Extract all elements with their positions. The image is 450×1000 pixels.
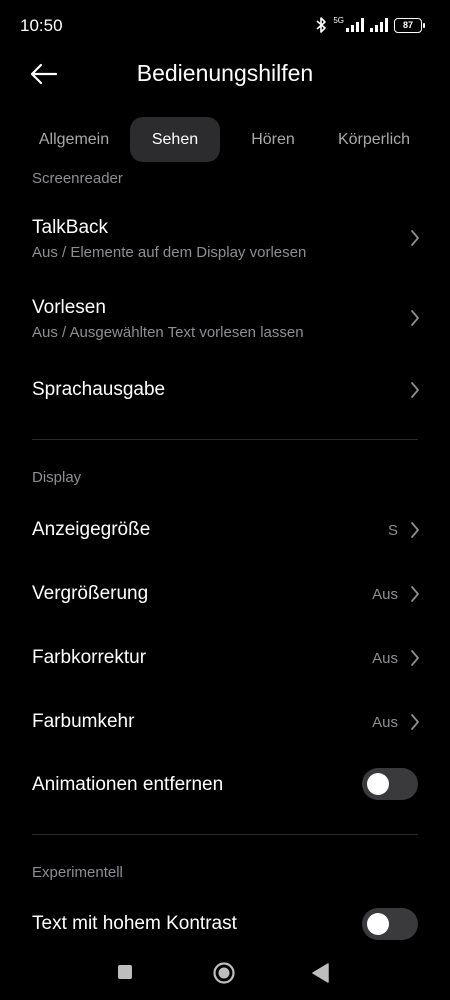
animationen-entfernen-item: Animationen entfernen <box>0 760 450 810</box>
bluetooth-icon <box>316 17 327 33</box>
sprachausgabe-title: Sprachausgabe <box>32 379 166 400</box>
chevron-right-icon <box>411 650 419 666</box>
section-label-screenreader: Screenreader <box>32 170 123 187</box>
signal-icon <box>346 18 364 32</box>
text-hoher-kontrast-toggle[interactable] <box>362 908 418 940</box>
vergroesserung-title: Vergrößerung <box>32 583 149 604</box>
section-label-experimentell: Experimentell <box>32 864 123 881</box>
sprachausgabe-item[interactable]: Sprachausgabe <box>0 365 450 415</box>
anzeigegroesse-title: Anzeigegröße <box>32 519 151 540</box>
vorlesen-subtitle: Aus / Ausgewählten Text vorlesen lassen <box>32 324 304 341</box>
vergroesserung-item[interactable]: Vergrößerung Aus <box>0 569 450 619</box>
anzeigegroesse-value: S <box>387 522 398 539</box>
vorlesen-item[interactable]: Vorlesen Aus / Ausgewählten Text vorlese… <box>0 285 450 355</box>
status-icons: 5G 87 <box>316 14 425 36</box>
divider <box>32 834 418 835</box>
tab-allgemein[interactable]: Allgemein <box>28 117 120 162</box>
triangle-back-icon <box>312 963 329 983</box>
tab-koerperlich[interactable]: Körperlich <box>330 117 418 162</box>
farbumkehr-value: Aus <box>372 714 398 731</box>
battery-icon: 87 <box>394 17 425 33</box>
toggle-knob <box>367 773 389 795</box>
back-nav-button[interactable] <box>312 963 330 988</box>
home-button[interactable] <box>212 961 236 990</box>
tab-sehen[interactable]: Sehen <box>130 117 220 162</box>
chevron-right-icon <box>411 230 419 246</box>
talkback-item[interactable]: TalkBack Aus / Elemente auf dem Display … <box>0 205 450 275</box>
divider <box>32 439 418 440</box>
chevron-right-icon <box>411 310 419 326</box>
chevron-right-icon <box>411 522 419 538</box>
vergroesserung-value: Aus <box>372 586 398 603</box>
text-hoher-kontrast-title: Text mit hohem Kontrast <box>32 913 237 934</box>
farbkorrektur-value: Aus <box>372 650 398 667</box>
farbkorrektur-title: Farbkorrektur <box>32 647 147 668</box>
status-time: 10:50 <box>20 16 63 35</box>
talkback-title: TalkBack <box>32 217 109 238</box>
navigation-bar <box>0 945 450 1000</box>
network-type-label: 5G <box>333 16 344 25</box>
farbumkehr-item[interactable]: Farbumkehr Aus <box>0 697 450 747</box>
signal-icon-2 <box>370 18 388 32</box>
tab-hoeren[interactable]: Hören <box>236 117 310 162</box>
tab-bar: Allgemein Sehen Hören Körperlich <box>0 117 450 162</box>
chevron-right-icon <box>411 586 419 602</box>
header: Bedienungshilfen <box>0 52 450 100</box>
chevron-right-icon <box>411 382 419 398</box>
anzeigegroesse-item[interactable]: Anzeigegröße S <box>0 505 450 555</box>
toggle-knob <box>367 913 389 935</box>
recent-apps-button[interactable] <box>117 964 133 985</box>
animationen-entfernen-toggle[interactable] <box>362 768 418 800</box>
chevron-right-icon <box>411 714 419 730</box>
vorlesen-title: Vorlesen <box>32 297 106 318</box>
circle-home-icon <box>213 962 235 984</box>
battery-level: 87 <box>402 20 413 30</box>
page-title: Bedienungshilfen <box>136 60 314 86</box>
talkback-subtitle: Aus / Elemente auf dem Display vorlesen <box>32 244 307 261</box>
status-bar: 10:50 5G 87 <box>0 0 450 52</box>
animationen-entfernen-title: Animationen entfernen <box>32 774 224 795</box>
square-recent-icon <box>118 965 132 979</box>
section-label-display: Display <box>32 469 82 486</box>
text-hoher-kontrast-item: Text mit hohem Kontrast <box>0 900 450 948</box>
farbumkehr-title: Farbumkehr <box>32 711 135 732</box>
farbkorrektur-item[interactable]: Farbkorrektur Aus <box>0 633 450 683</box>
